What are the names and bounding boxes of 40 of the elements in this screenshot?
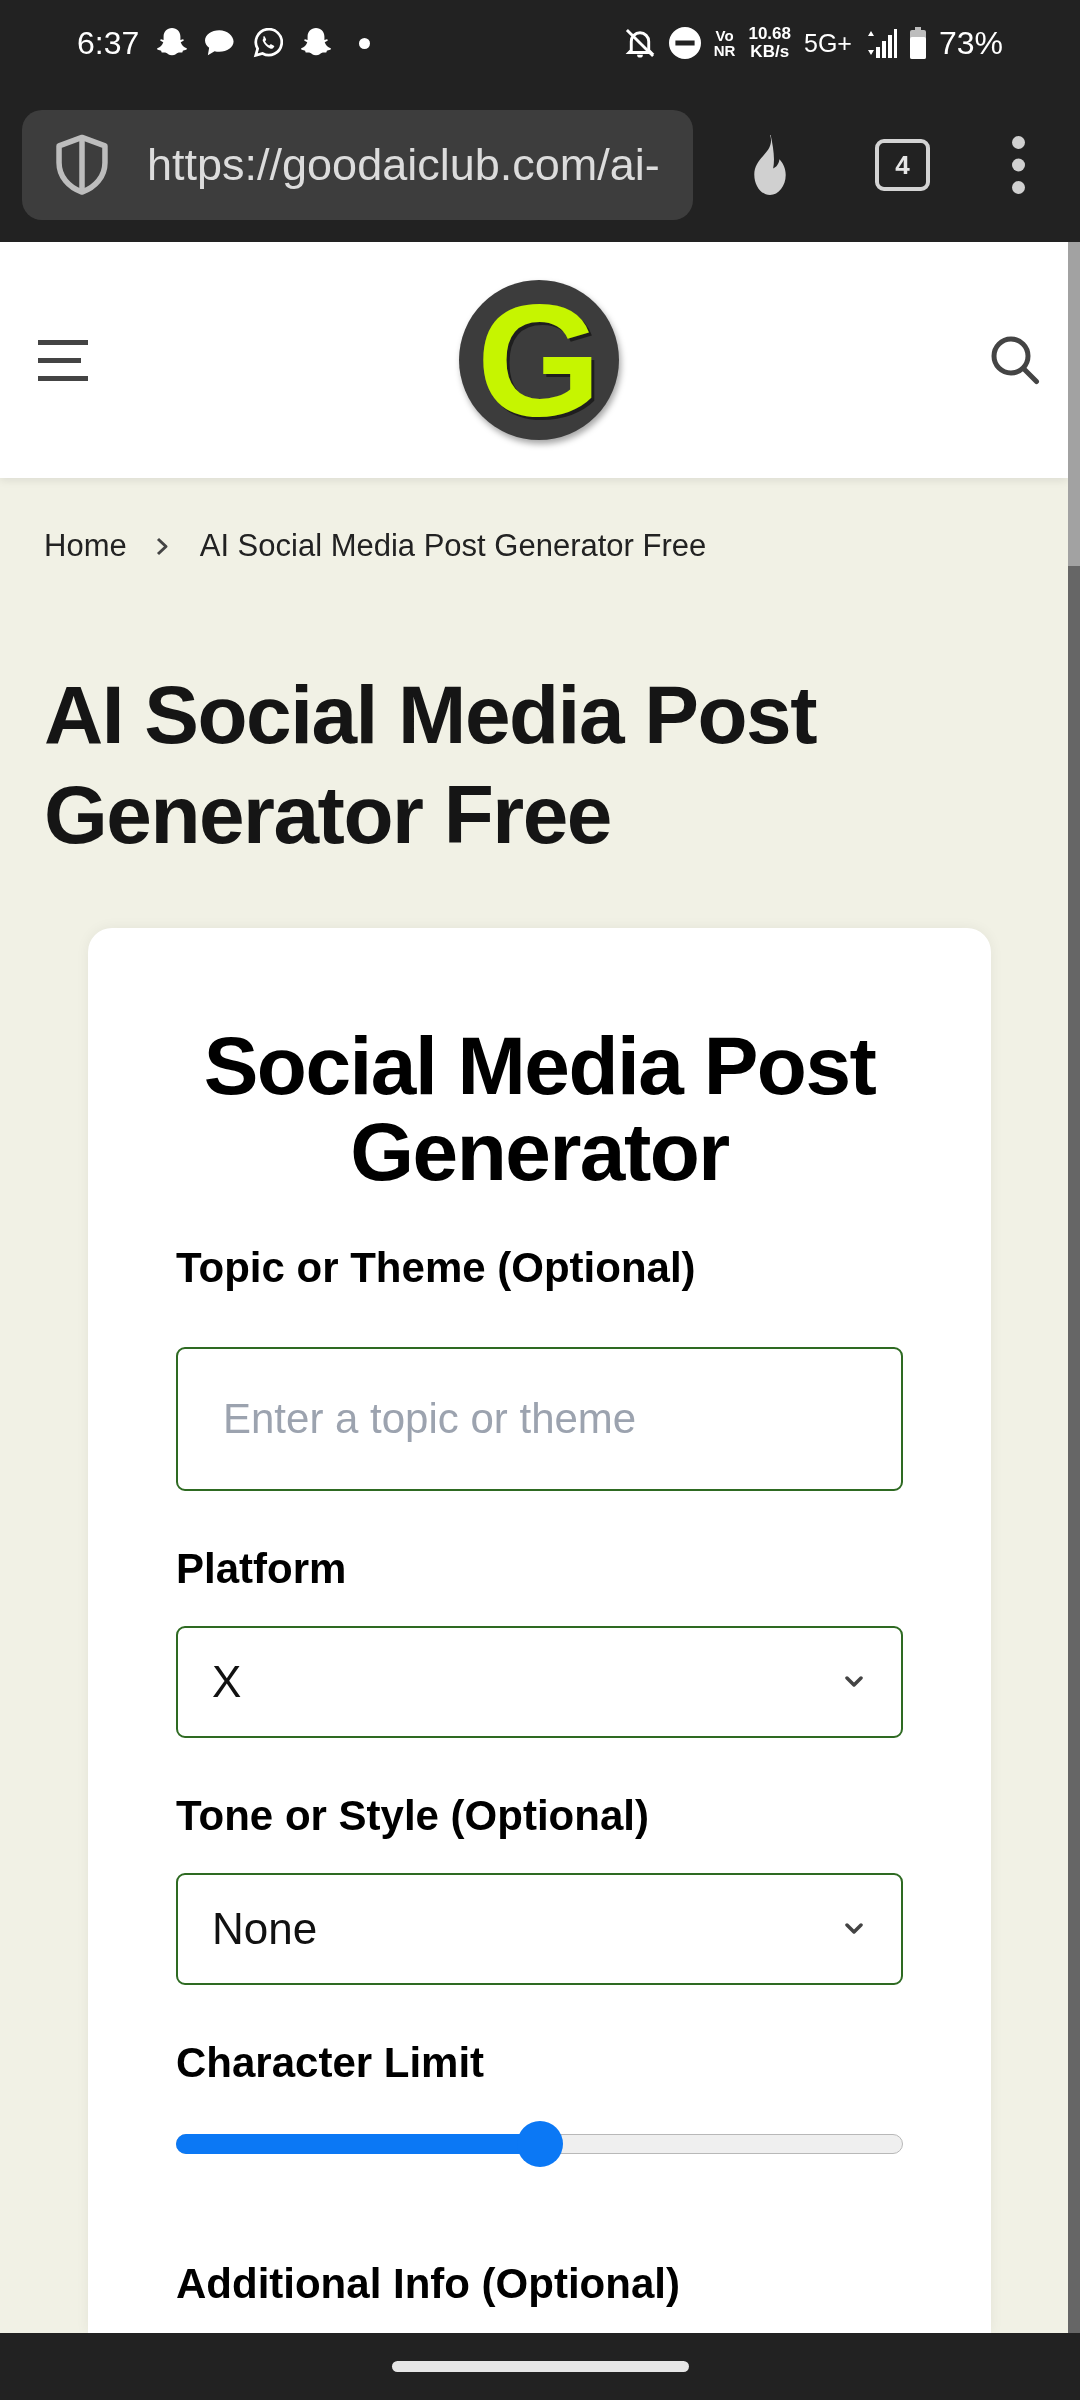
breadcrumb-current: AI Social Media Post Generator Free <box>199 527 707 565</box>
slider-track[interactable] <box>176 2121 903 2167</box>
tab-count-button[interactable]: 4 <box>875 139 930 191</box>
clock-time: 6:37 <box>77 24 140 62</box>
ghost-icon <box>301 28 332 58</box>
card-title: Social Media Post Generator <box>202 1023 877 1195</box>
field-label: Tone or Style (Optional) <box>176 1791 650 1841</box>
chevron-right-icon <box>155 536 169 556</box>
vonr-indicator: Vo NR <box>713 28 736 58</box>
ghost-icon <box>157 28 188 58</box>
network-type: 5G+ <box>804 28 852 58</box>
slider-thumb[interactable] <box>516 2121 563 2167</box>
search-icon[interactable] <box>990 335 1040 385</box>
network-speed: 10.68 KB/s <box>748 25 791 61</box>
chat-bubble-icon <box>205 28 236 58</box>
scrollbar-thumb[interactable] <box>1068 242 1080 566</box>
chevron-down-icon <box>845 1676 863 1688</box>
chevron-down-icon <box>845 1923 863 1935</box>
bell-off-icon <box>623 27 656 59</box>
breadcrumb-link[interactable]: Home <box>44 526 127 566</box>
field-label: Platform <box>176 1544 348 1594</box>
page-title: AI Social Media Post Generator Free <box>44 668 818 862</box>
shield-icon <box>54 134 110 196</box>
field-label: Character Limit <box>176 2038 486 2088</box>
battery-icon <box>909 27 926 59</box>
dropdown[interactable]: X <box>176 1626 903 1738</box>
do-not-disturb-icon <box>668 27 701 59</box>
battery-percent: 73% <box>938 24 1003 62</box>
field-label: Topic or Theme (Optional) <box>176 1243 697 1293</box>
field-label: Additional Info (Optional) <box>176 2259 681 2309</box>
home-handle[interactable] <box>391 2361 689 2372</box>
scrollbar[interactable] <box>1068 242 1080 2333</box>
dropdown[interactable]: None <box>176 1873 903 1985</box>
site-logo[interactable]: G <box>459 280 619 440</box>
text-input[interactable]: Enter a topic or theme <box>176 1347 903 1491</box>
dot-icon <box>359 37 371 49</box>
more-menu-icon[interactable] <box>1010 134 1027 196</box>
address-bar[interactable]: https://goodaiclub.com/ai- <box>22 110 693 220</box>
chat-phone-icon <box>253 28 284 58</box>
menu-icon[interactable] <box>38 339 88 381</box>
